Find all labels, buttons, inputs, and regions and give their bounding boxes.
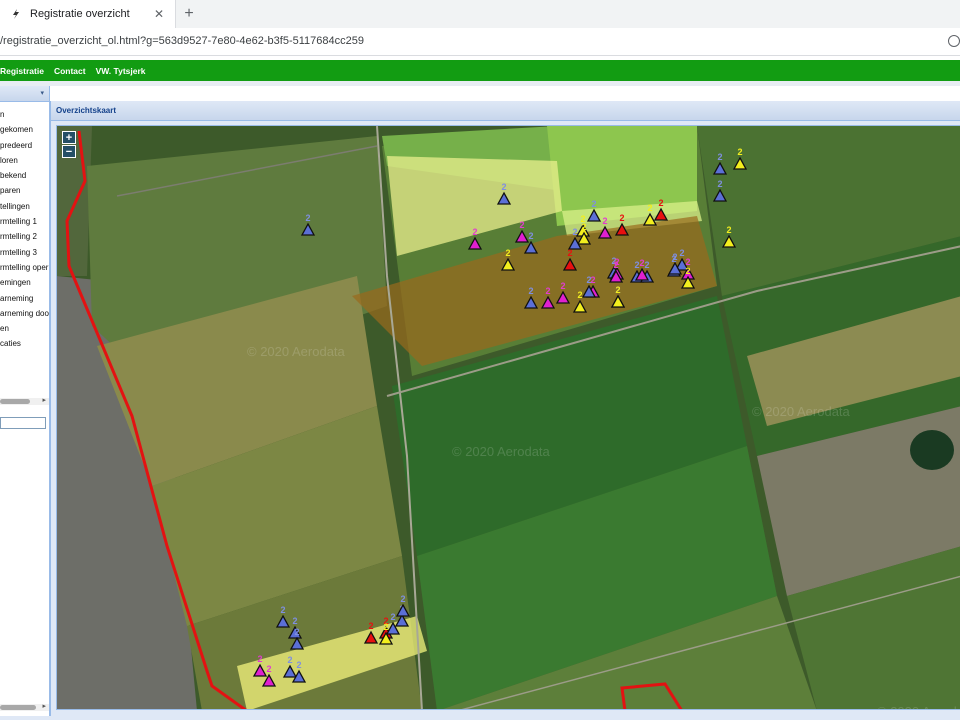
browser-tab-strip: Registratie overzicht ✕ + — [0, 0, 960, 28]
new-tab-button[interactable]: + — [178, 3, 200, 25]
zoom-controls: + − — [62, 131, 76, 159]
marker-count-label: 2 — [615, 285, 620, 295]
tab-title: Registratie overzicht — [30, 8, 130, 20]
scrollbar-thumb[interactable] — [0, 705, 36, 710]
layer-list: n gekomen predeerd loren bekend paren te… — [0, 107, 49, 352]
nav-vw-tytsjerk[interactable]: VW. Tytsjerk — [96, 66, 146, 76]
map-panel-title: Overzichtskaart — [56, 106, 117, 115]
layer-item[interactable]: loren — [0, 153, 49, 168]
tab-close-icon[interactable]: ✕ — [149, 7, 169, 21]
marker-count-label: 2 — [368, 621, 373, 631]
browser-tab[interactable]: Registratie overzicht ✕ — [0, 0, 176, 28]
marker-count-label: 2 — [383, 622, 388, 632]
layer-item[interactable]: rmtelling 1 — [0, 214, 49, 229]
marker-count-label: 2 — [672, 252, 677, 262]
marker-count-label: 2 — [647, 203, 652, 213]
address-bar[interactable]: /registratie_overzicht_ol.html?g=563d952… — [0, 28, 960, 56]
nav-contact[interactable]: Contact — [54, 66, 86, 76]
aerial-map-canvas[interactable]: © 2020 Aerodata © 2020 Aerodata © 2020 Aer… — [57, 126, 960, 710]
marker-count-label: 2 — [581, 222, 586, 232]
marker-count-label: 2 — [639, 258, 644, 268]
aerial-watermark: © 2020 Aerodata — [247, 344, 346, 359]
aerial-watermark: © 2020 Aerodata — [452, 444, 551, 459]
scroll-right-icon[interactable]: ▸ — [42, 702, 46, 710]
layer-filter-input[interactable] — [0, 417, 46, 429]
marker-count-label: 2 — [519, 220, 524, 230]
collapse-chevron-icon[interactable]: ▾ — [40, 89, 44, 97]
top-navigation: Registratie Contact VW. Tytsjerk — [0, 60, 960, 81]
marker-count-label: 2 — [287, 655, 292, 665]
marker-count-label: 2 — [602, 216, 607, 226]
marker-count-label: 2 — [644, 260, 649, 270]
marker-count-label: 2 — [305, 213, 310, 223]
lower-scrollbar[interactable]: ▸ — [0, 702, 49, 711]
marker-count-label: 2 — [619, 213, 624, 223]
marker-count-label: 2 — [545, 286, 550, 296]
layer-item[interactable]: en — [0, 321, 49, 336]
layer-item[interactable]: gekomen — [0, 122, 49, 137]
map-panel-header: Overzichtskaart — [51, 101, 960, 121]
marker-count-label: 2 — [717, 179, 722, 189]
bottom-border — [0, 716, 960, 720]
marker-count-label: 2 — [726, 225, 731, 235]
marker-count-label: 2 — [266, 664, 271, 674]
marker-count-label: 2 — [294, 627, 299, 637]
layer-item[interactable]: emingen — [0, 275, 49, 290]
marker-count-label: 2 — [591, 199, 596, 209]
overview-map[interactable]: © 2020 Aerodata © 2020 Aerodata © 2020 Aer… — [56, 125, 960, 710]
marker-count-label: 2 — [400, 594, 405, 604]
page-favicon-icon — [13, 9, 19, 19]
layer-item[interactable]: caties — [0, 336, 49, 351]
marker-count-label: 2 — [737, 147, 742, 157]
layer-panel-header[interactable]: ▾ — [0, 86, 49, 102]
nav-registratie[interactable]: Registratie — [0, 66, 44, 76]
layer-item[interactable]: arneming doo — [0, 306, 49, 321]
scrollbar-thumb[interactable] — [0, 399, 30, 404]
marker-count-label: 2 — [505, 248, 510, 258]
layer-list-scrollbar[interactable]: ▸ — [0, 396, 49, 405]
map-panel: Overzichtskaart © 2020 Aerodata © 2020 A… — [50, 101, 960, 720]
marker-count-label: 2 — [613, 260, 618, 270]
layer-item[interactable]: rmtelling 2 — [0, 229, 49, 244]
layer-item[interactable]: arneming — [0, 291, 49, 306]
marker-count-label: 2 — [280, 605, 285, 615]
aerial-watermark: © 2020 Aerodata — [752, 404, 851, 419]
marker-count-label: 2 — [560, 281, 565, 291]
marker-count-label: 2 — [586, 275, 591, 285]
layer-item[interactable]: tellingen — [0, 199, 49, 214]
marker-count-label: 2 — [528, 286, 533, 296]
marker-count-label: 2 — [528, 231, 533, 241]
marker-count-label: 2 — [658, 198, 663, 208]
layer-item[interactable]: bekend — [0, 168, 49, 183]
layer-item[interactable]: rmtelling 3 — [0, 245, 49, 260]
zoom-in-button[interactable]: + — [62, 131, 76, 144]
marker-count-label: 2 — [472, 227, 477, 237]
marker-count-label: 2 — [685, 266, 690, 276]
zoom-indicator-icon[interactable] — [948, 35, 960, 47]
marker-count-label: 2 — [257, 654, 262, 664]
scroll-right-icon[interactable]: ▸ — [42, 396, 46, 404]
marker-count-label: 2 — [501, 182, 506, 192]
url-text[interactable]: /registratie_overzicht_ol.html?g=563d952… — [0, 35, 364, 47]
aerial-watermark: © 2020 Aerodata — [877, 704, 960, 710]
marker-count-label: 2 — [679, 248, 684, 258]
marker-count-label: 2 — [572, 227, 577, 237]
zoom-out-button[interactable]: − — [62, 145, 76, 158]
layer-item[interactable]: predeerd — [0, 138, 49, 153]
layer-item[interactable]: n — [0, 107, 49, 122]
marker-count-label: 2 — [567, 248, 572, 258]
nav-spacer — [0, 81, 960, 86]
marker-count-label: 2 — [577, 290, 582, 300]
marker-count-label: 2 — [390, 612, 395, 622]
layer-item[interactable]: rmtelling oper — [0, 260, 49, 275]
marker-count-label: 2 — [717, 152, 722, 162]
layer-item[interactable]: paren — [0, 183, 49, 198]
marker-count-label: 2 — [296, 660, 301, 670]
layer-panel: ▾ n gekomen predeerd loren bekend paren … — [0, 86, 50, 720]
marker-count-label: 2 — [292, 616, 297, 626]
pond — [910, 430, 954, 470]
